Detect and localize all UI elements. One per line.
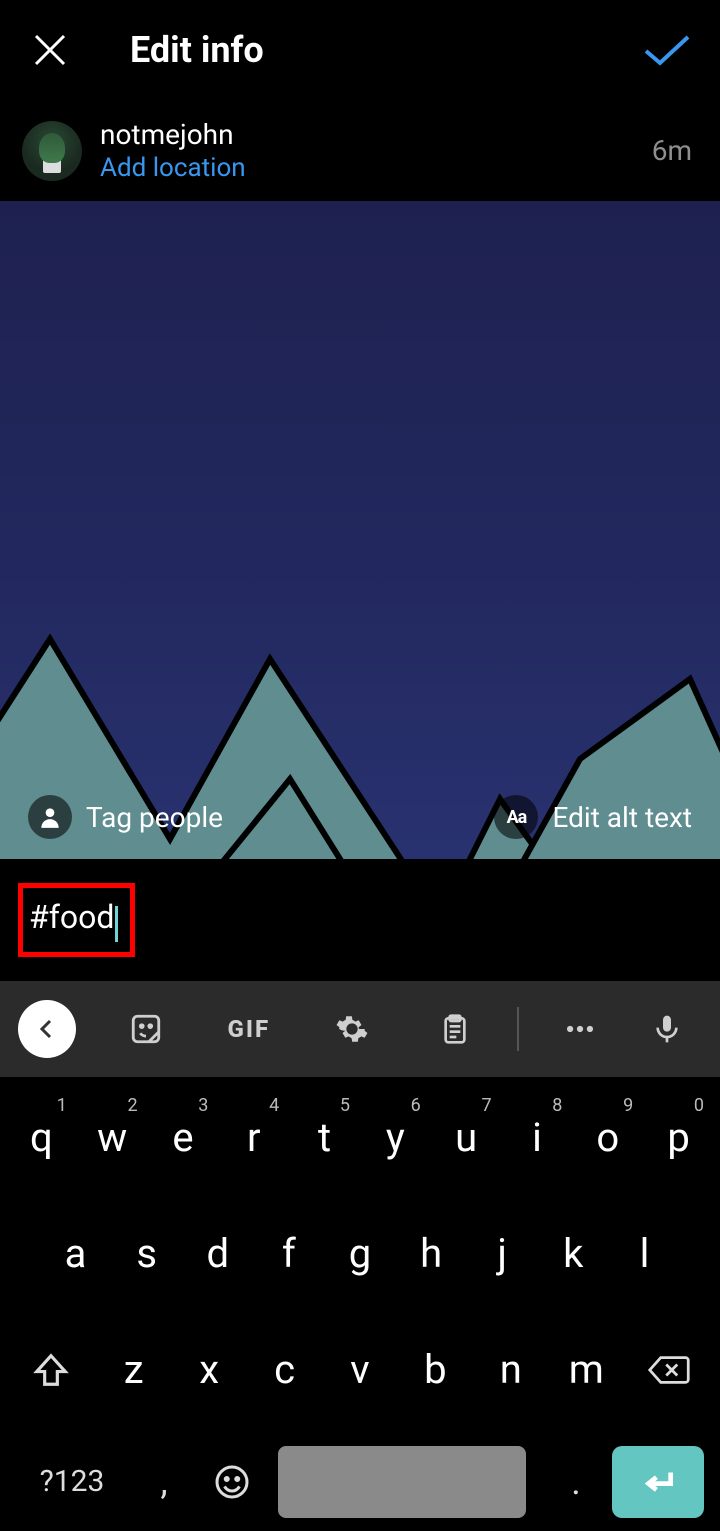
symbols-key[interactable]: ?123 bbox=[16, 1439, 128, 1525]
key-p[interactable]: p0 bbox=[643, 1091, 714, 1185]
caption-area: #food bbox=[0, 859, 720, 981]
key-h[interactable]: h bbox=[396, 1207, 467, 1301]
period-key[interactable]: . bbox=[540, 1439, 612, 1525]
clipboard-icon bbox=[439, 1013, 471, 1045]
key-v[interactable]: v bbox=[322, 1323, 397, 1417]
key-a[interactable]: a bbox=[40, 1207, 111, 1301]
key-sup: 7 bbox=[481, 1095, 491, 1116]
key-l[interactable]: l bbox=[609, 1207, 680, 1301]
key-sup: 4 bbox=[269, 1095, 279, 1116]
key-q[interactable]: q1 bbox=[6, 1091, 77, 1185]
keyboard-row-3-letters: zxcvbnm bbox=[96, 1323, 624, 1417]
key-sup: 8 bbox=[552, 1095, 562, 1116]
key-j[interactable]: j bbox=[467, 1207, 538, 1301]
shift-icon bbox=[32, 1351, 70, 1389]
check-icon bbox=[642, 31, 692, 69]
comma-key[interactable]: , bbox=[128, 1439, 200, 1525]
timestamp: 6m bbox=[652, 134, 698, 167]
sticker-icon bbox=[129, 1012, 163, 1046]
image-overlay-row: Tag people Aa Edit alt text bbox=[0, 795, 720, 839]
enter-key[interactable] bbox=[612, 1446, 704, 1518]
clipboard-button[interactable] bbox=[404, 981, 507, 1077]
key-sup: 1 bbox=[57, 1095, 67, 1116]
key-r[interactable]: r4 bbox=[218, 1091, 289, 1185]
key-sup: 9 bbox=[623, 1095, 633, 1116]
user-row: notmejohn Add location 6m bbox=[0, 100, 720, 201]
person-icon bbox=[28, 795, 72, 839]
text-cursor bbox=[115, 906, 118, 942]
key-sup: 5 bbox=[340, 1095, 350, 1116]
avatar[interactable] bbox=[22, 121, 82, 181]
emoji-icon bbox=[214, 1464, 250, 1500]
key-sup: 6 bbox=[411, 1095, 421, 1116]
key-z[interactable]: z bbox=[96, 1323, 171, 1417]
edit-alt-text-button[interactable]: Aa Edit alt text bbox=[494, 795, 692, 839]
key-k[interactable]: k bbox=[538, 1207, 609, 1301]
tag-people-button[interactable]: Tag people bbox=[28, 795, 223, 839]
keyboard-row-2: asdfghjkl bbox=[6, 1207, 714, 1301]
key-g[interactable]: g bbox=[324, 1207, 395, 1301]
key-t[interactable]: t5 bbox=[289, 1091, 360, 1185]
sticker-button[interactable] bbox=[94, 981, 197, 1077]
page-title: Edit info bbox=[130, 29, 642, 71]
key-y[interactable]: y6 bbox=[360, 1091, 431, 1185]
keyboard: q1w2e3r4t5y6u7i8o9p0 asdfghjkl zxcvbnm ?… bbox=[0, 1077, 720, 1531]
dots-icon bbox=[563, 1012, 597, 1046]
key-s[interactable]: s bbox=[111, 1207, 182, 1301]
username[interactable]: notmejohn bbox=[100, 118, 652, 151]
more-button[interactable] bbox=[529, 981, 632, 1077]
key-e[interactable]: e3 bbox=[148, 1091, 219, 1185]
key-w[interactable]: w2 bbox=[77, 1091, 148, 1185]
mic-icon bbox=[651, 1013, 683, 1045]
key-m[interactable]: m bbox=[549, 1323, 624, 1417]
settings-button[interactable] bbox=[300, 981, 403, 1077]
key-i[interactable]: i8 bbox=[502, 1091, 573, 1185]
key-f[interactable]: f bbox=[253, 1207, 324, 1301]
key-n[interactable]: n bbox=[473, 1323, 548, 1417]
caption-input[interactable]: #food bbox=[29, 898, 114, 936]
close-button[interactable] bbox=[28, 28, 72, 72]
gear-icon bbox=[335, 1012, 369, 1046]
shift-key[interactable] bbox=[6, 1323, 96, 1417]
keyboard-toolbar: GIF bbox=[0, 981, 720, 1077]
close-icon bbox=[30, 30, 70, 70]
gif-button[interactable]: GIF bbox=[197, 981, 300, 1077]
gif-label: GIF bbox=[227, 1015, 270, 1043]
enter-icon bbox=[639, 1463, 677, 1501]
toolbar-separator bbox=[517, 1007, 519, 1051]
key-sup: 0 bbox=[694, 1095, 704, 1116]
caption-highlight: #food bbox=[18, 883, 135, 957]
edit-alt-text-label: Edit alt text bbox=[552, 801, 692, 834]
key-x[interactable]: x bbox=[171, 1323, 246, 1417]
voice-button[interactable] bbox=[632, 981, 702, 1077]
key-b[interactable]: b bbox=[398, 1323, 473, 1417]
key-u[interactable]: u7 bbox=[431, 1091, 502, 1185]
backspace-key[interactable] bbox=[624, 1323, 714, 1417]
post-image[interactable]: Tag people Aa Edit alt text bbox=[0, 201, 720, 859]
confirm-button[interactable] bbox=[642, 25, 692, 75]
text-icon: Aa bbox=[494, 795, 538, 839]
user-text: notmejohn Add location bbox=[100, 118, 652, 183]
chevron-left-icon bbox=[35, 1017, 59, 1041]
key-c[interactable]: c bbox=[247, 1323, 322, 1417]
key-d[interactable]: d bbox=[182, 1207, 253, 1301]
tag-people-label: Tag people bbox=[86, 801, 223, 834]
key-sup: 2 bbox=[127, 1095, 137, 1116]
toolbar-collapse-button[interactable] bbox=[18, 1000, 76, 1058]
key-sup: 3 bbox=[198, 1095, 208, 1116]
key-o[interactable]: o9 bbox=[572, 1091, 643, 1185]
emoji-key[interactable] bbox=[200, 1439, 264, 1525]
backspace-icon bbox=[647, 1353, 691, 1387]
header: Edit info bbox=[0, 0, 720, 100]
add-location-link[interactable]: Add location bbox=[100, 153, 652, 183]
keyboard-row-1: q1w2e3r4t5y6u7i8o9p0 bbox=[6, 1091, 714, 1185]
keyboard-row-4: ?123 , . bbox=[6, 1439, 714, 1525]
keyboard-row-3: zxcvbnm bbox=[6, 1323, 714, 1417]
space-key[interactable] bbox=[278, 1446, 526, 1518]
